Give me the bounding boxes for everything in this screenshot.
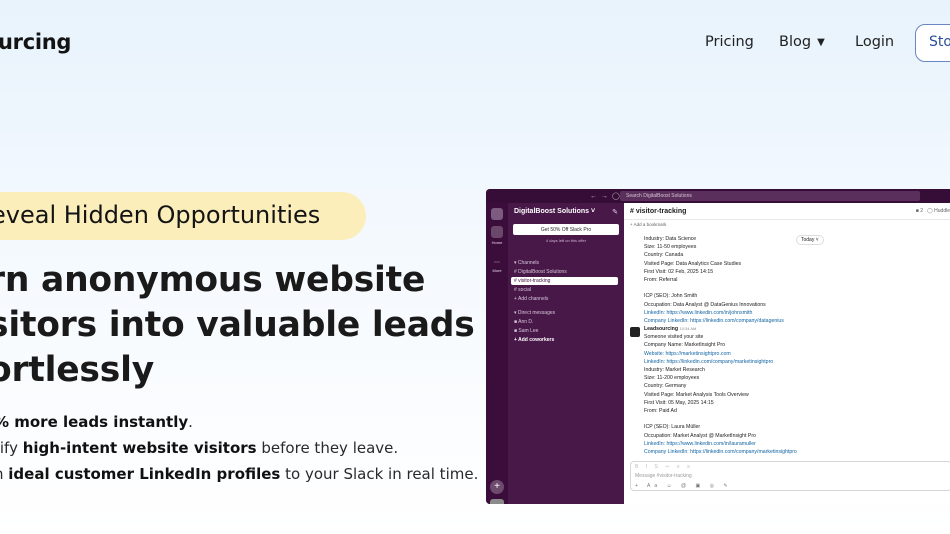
- headline-line-3: ortlessly: [0, 350, 155, 390]
- sidebar-channel-active: # visitor-tracking: [511, 277, 618, 285]
- sidebar-channel: # social: [514, 287, 531, 293]
- headline-line-1: rn anonymous website: [0, 260, 426, 300]
- bullet-2: tify high-intent website visitors before…: [0, 439, 399, 457]
- bullet-1: % more leads instantly.: [0, 413, 193, 431]
- promo-button: Get 50% Off Slack Pro: [513, 224, 619, 235]
- rail-more-label: More: [492, 268, 502, 273]
- hero-bullets: % more leads instantly. tify high-intent…: [0, 409, 478, 487]
- nav-blog-dropdown[interactable]: Blog ▼: [779, 34, 825, 50]
- chevron-down-icon: ▼: [817, 37, 825, 48]
- slack-search: Search DigitalBoost Solutions: [620, 191, 920, 201]
- dm-item: ■ Sam Lee: [514, 328, 539, 334]
- compose-icon: ✎: [612, 209, 618, 216]
- rail-home-label: Home: [491, 240, 503, 245]
- nav-arrows-icon: ←→◯: [590, 193, 624, 200]
- dm-header: ▾ Direct messages: [514, 310, 556, 316]
- nav-cta-button[interactable]: Sto: [915, 24, 950, 62]
- more-dots-icon: ⋯: [494, 260, 500, 266]
- nav-blog-label: Blog: [779, 34, 812, 50]
- channel-name: # visitor-tracking: [630, 208, 687, 215]
- slack-rail: Home ⋯ More +: [486, 203, 508, 504]
- bot-avatar: [630, 327, 640, 337]
- message-2: Leadsourcing 10:34 AM Someone visited yo…: [644, 326, 797, 456]
- slack-screenshot: ←→◯ Search DigitalBoost Solutions Home ⋯…: [486, 189, 950, 504]
- headline-line-2: sitors into valuable leads: [0, 305, 475, 345]
- slack-sidebar: DigitalBoost Solutions ˅ ✎ Get 50% Off S…: [508, 203, 624, 504]
- workspace-icon: [491, 208, 503, 220]
- plus-icon: +: [490, 480, 504, 494]
- slack-channel-view: # visitor-tracking ■ 2 ◯ Huddle + Add a …: [624, 203, 950, 504]
- add-coworkers: + Add coworkers: [514, 337, 555, 343]
- add-channels: + Add channels: [514, 296, 549, 302]
- composer-actions-icon: + Aa ☺ @ ▣ ◎ ✎: [635, 483, 732, 489]
- format-toolbar-icon: B I S ∾ ≡ ≡: [635, 464, 694, 470]
- composer-placeholder: Message #visitor-tracking: [635, 473, 692, 479]
- channels-header: ▾ Channels: [514, 260, 540, 266]
- logo-text[interactable]: urcing: [0, 30, 71, 54]
- nav-pricing-link[interactable]: Pricing: [705, 34, 754, 50]
- dm-item: ■ Ann D.: [514, 319, 534, 325]
- hero-pill-text: eveal Hidden Opportunities: [0, 201, 321, 229]
- hero-headline: rn anonymous website sitors into valuabl…: [0, 258, 475, 393]
- promo-subtext: 4 days left on this offer: [545, 238, 587, 243]
- avatar: [490, 499, 504, 504]
- divider: [624, 219, 950, 220]
- add-bookmark: + Add a bookmark: [630, 222, 667, 227]
- sidebar-channel: # DigitalBoost Solutions: [514, 269, 567, 275]
- home-icon: [491, 226, 503, 238]
- slack-titlebar: ←→◯ Search DigitalBoost Solutions: [486, 189, 950, 203]
- bullet-3: h ideal customer LinkedIn profiles to yo…: [0, 465, 479, 483]
- message-1: Industry: Data Science Size: 11-50 emplo…: [644, 236, 784, 325]
- workspace-name: DigitalBoost Solutions ˅: [514, 208, 596, 215]
- hero-pill-badge: eveal Hidden Opportunities: [0, 192, 366, 240]
- date-divider: Today ˅: [796, 235, 824, 245]
- channel-header-right: ■ 2 ◯ Huddle: [915, 208, 950, 214]
- nav-login-link[interactable]: Login: [855, 34, 894, 50]
- message-composer: B I S ∾ ≡ ≡ Message #visitor-tracking + …: [630, 461, 950, 491]
